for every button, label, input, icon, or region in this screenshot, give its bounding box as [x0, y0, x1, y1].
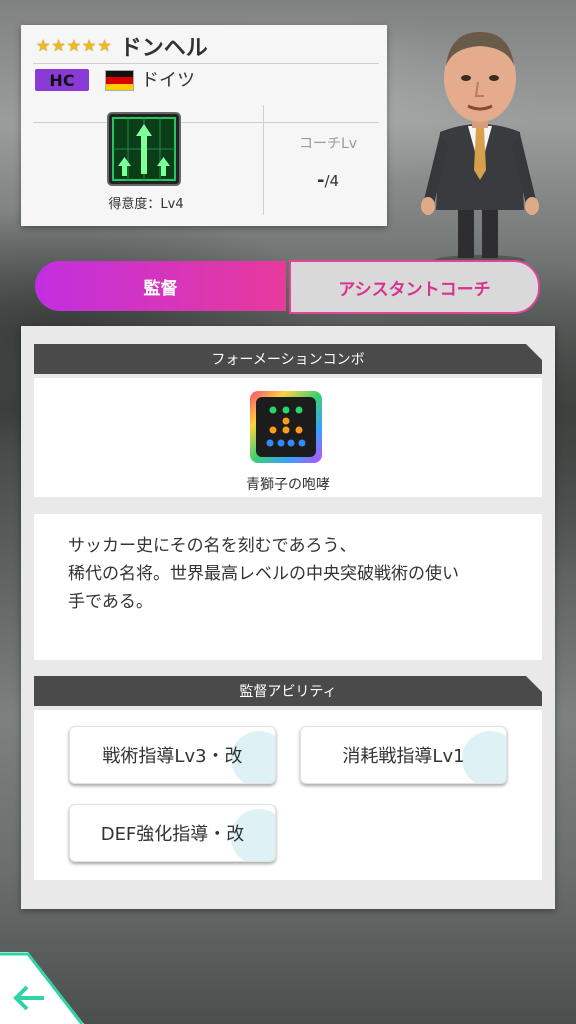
- formation-icon: [107, 112, 181, 186]
- coach-level-value: -/4: [273, 170, 383, 191]
- ability-button[interactable]: 戦術指導Lv3・改: [69, 726, 276, 784]
- star-icon: ★: [97, 36, 112, 55]
- ability-label: DEF強化指導・改: [100, 824, 245, 845]
- back-button[interactable]: [0, 952, 84, 1024]
- description-line: サッカー史にその名を刻むであろう、: [68, 536, 357, 556]
- formation-combo-header: フォーメーションコンボ: [34, 344, 542, 374]
- coach-level-max: /4: [324, 172, 340, 190]
- soccer-ball-icon: [462, 731, 506, 783]
- star-icon: ★: [36, 36, 51, 55]
- divider: [33, 63, 379, 64]
- coach-name-row: ★ ★ ★ ★ ★ ドンヘル: [36, 31, 208, 61]
- role-badge: HC: [35, 69, 89, 91]
- coach-avatar: [421, 32, 539, 265]
- coach-name: ドンヘル: [119, 36, 208, 61]
- formation-combo-icon[interactable]: [249, 390, 323, 464]
- ability-label: 消耗戦指導Lv1: [342, 746, 465, 767]
- tab-manager[interactable]: 監督: [35, 261, 286, 311]
- star-icon: ★: [82, 36, 97, 55]
- ability-button[interactable]: 消耗戦指導Lv1: [300, 726, 507, 784]
- divider: [263, 105, 264, 215]
- tab-assistant-coach[interactable]: アシスタントコーチ: [289, 260, 540, 314]
- ability-label: 戦術指導Lv3・改: [102, 746, 243, 767]
- rarity-stars: ★ ★ ★ ★ ★: [36, 38, 112, 54]
- divider: [33, 122, 379, 123]
- description-box: サッカー史にその名を刻むであろう、 稀代の名将。世界最高レベルの中央突破戦術の使…: [34, 514, 542, 660]
- coach-description: サッカー史にその名を刻むであろう、 稀代の名将。世界最高レベルの中央突破戦術の使…: [68, 532, 512, 616]
- abilities-header: 監督アビリティ: [34, 676, 542, 706]
- ability-button[interactable]: DEF強化指導・改: [69, 804, 276, 862]
- germany-flag-icon: [105, 70, 134, 91]
- description-line: 稀代の名将。世界最高レベルの中央突破戦術の使い: [68, 564, 459, 584]
- coach-level-label: コーチLv: [298, 136, 358, 152]
- star-icon: ★: [66, 36, 82, 55]
- formation-combo-name: 青獅子の咆哮: [246, 477, 330, 493]
- coach-detail-panel: フォーメーションコンボ 青獅子の咆哮 サッカー史にその名を刻むであろう、 稀代の…: [21, 326, 555, 909]
- star-icon: ★: [51, 36, 66, 55]
- formation-combo-box: 青獅子の咆哮: [34, 378, 542, 497]
- coach-info-card: ★ ★ ★ ★ ★ ドンヘル HC ドイツ 得意度：Lv4 コーチLv -/4: [21, 25, 387, 226]
- country-name: ドイツ: [141, 70, 195, 91]
- abilities-box: 戦術指導Lv3・改 消耗戦指導Lv1 DEF強化指導・改: [34, 710, 542, 880]
- proficiency-level: 得意度：Lv4: [108, 197, 184, 212]
- description-line: 手である。: [68, 592, 153, 612]
